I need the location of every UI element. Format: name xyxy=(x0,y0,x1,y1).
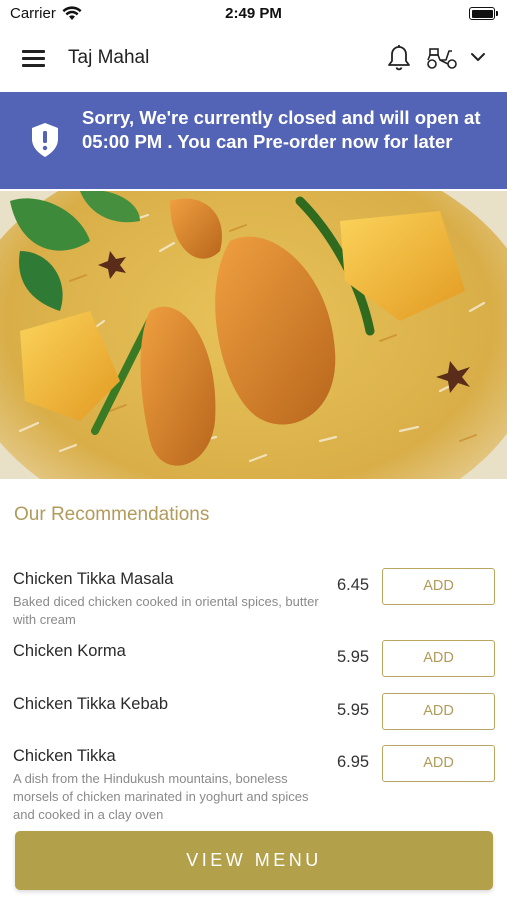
item-description: A dish from the Hindukush mountains, bon… xyxy=(13,771,309,822)
add-button[interactable]: ADD xyxy=(382,568,495,605)
item-name: Chicken Tikka xyxy=(13,747,116,765)
closed-notice-text: Sorry, We're currently closed and will o… xyxy=(82,107,481,152)
add-button[interactable]: ADD xyxy=(382,640,495,677)
shield-alert-icon xyxy=(32,123,58,157)
item-name: Chicken Tikka Masala xyxy=(13,570,174,588)
delivery-scooter-icon[interactable] xyxy=(426,46,458,70)
menu-item: Chicken Tikka Masala Baked diced chicken… xyxy=(0,568,507,630)
item-price: 5.95 xyxy=(337,701,370,719)
restaurant-title: Taj Mahal xyxy=(68,47,150,68)
item-price: 6.45 xyxy=(337,576,370,594)
battery-icon xyxy=(469,7,498,20)
closed-notice-banner: Sorry, We're currently closed and will o… xyxy=(0,92,507,189)
menu-item: Chicken Tikka Kebab 5.95 ADD xyxy=(0,693,507,731)
status-time: 2:49 PM xyxy=(225,5,282,22)
item-name: Chicken Korma xyxy=(13,642,126,660)
item-name: Chicken Tikka Kebab xyxy=(13,695,169,713)
menu-item: Chicken Korma 5.95 ADD xyxy=(0,640,507,678)
hero-food-image xyxy=(0,191,507,479)
menu-icon[interactable] xyxy=(22,48,46,68)
add-button[interactable]: ADD xyxy=(382,745,495,782)
view-menu-button[interactable]: VIEW MENU xyxy=(15,831,493,890)
item-price: 6.95 xyxy=(337,753,370,771)
recommendations-title: Our Recommendations xyxy=(14,504,210,525)
item-price: 5.95 xyxy=(337,648,370,666)
bell-icon[interactable] xyxy=(386,44,412,72)
menu-item: Chicken Tikka A dish from the Hindukush … xyxy=(0,745,507,827)
status-bar: Carrier 2:49 PM xyxy=(0,0,507,28)
chevron-down-icon[interactable] xyxy=(469,50,487,64)
item-description: Baked diced chicken cooked in oriental s… xyxy=(13,594,319,627)
nav-bar: Taj Mahal xyxy=(0,28,507,90)
add-button[interactable]: ADD xyxy=(382,693,495,730)
